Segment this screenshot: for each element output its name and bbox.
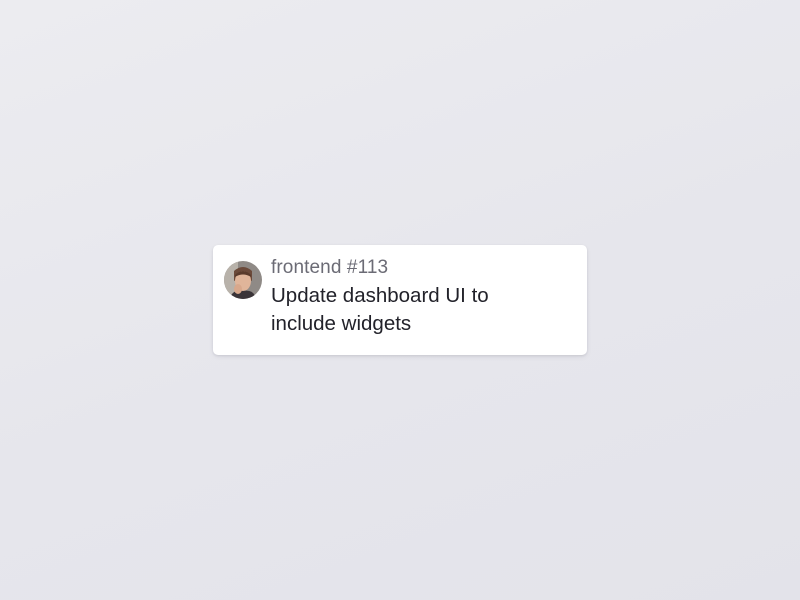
issue-card[interactable]: frontend #113 Update dashboard UI to inc… xyxy=(213,245,587,355)
issue-content: frontend #113 Update dashboard UI to inc… xyxy=(271,257,571,338)
repo-issue-label[interactable]: frontend #113 xyxy=(271,257,571,279)
avatar xyxy=(224,261,262,299)
avatar-photo-icon xyxy=(224,261,262,299)
issue-title[interactable]: Update dashboard UI to include widgets xyxy=(271,282,531,338)
